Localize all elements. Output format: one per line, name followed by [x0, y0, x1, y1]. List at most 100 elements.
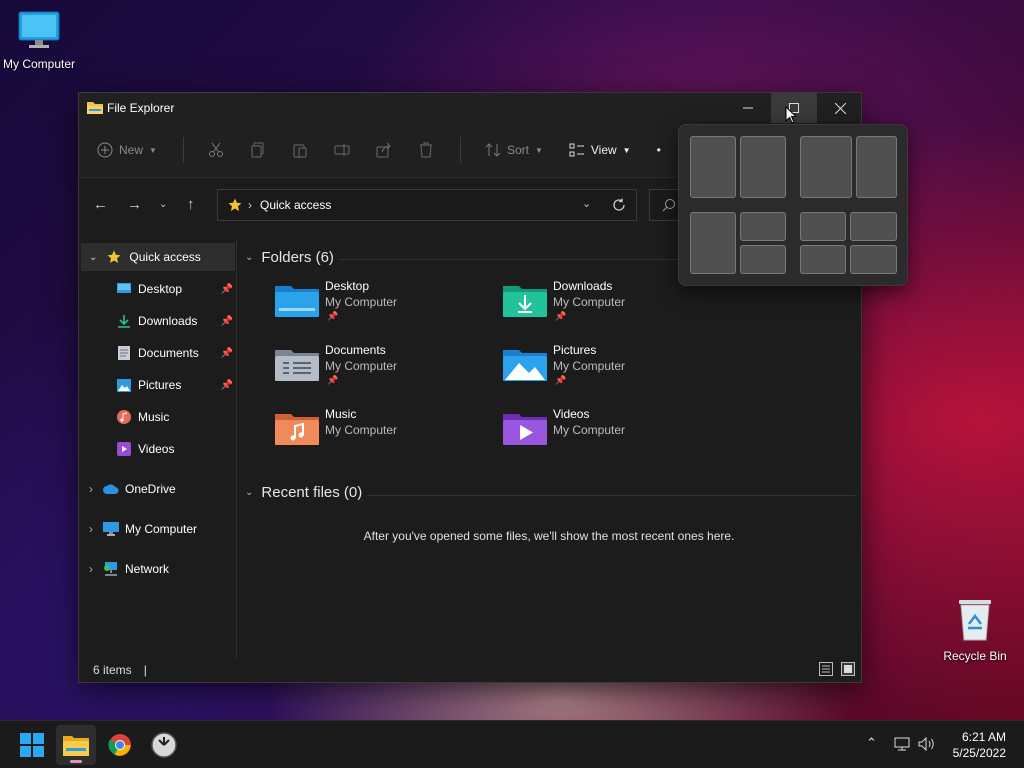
- view-button[interactable]: View ▼: [569, 142, 631, 158]
- window-title: File Explorer: [107, 101, 175, 115]
- sidebar-item-downloads[interactable]: Downloads 📌: [79, 307, 237, 335]
- taskbar-chrome[interactable]: [100, 725, 140, 765]
- snap-zone-three-left[interactable]: [690, 212, 736, 274]
- folder-location: My Computer: [325, 359, 398, 373]
- sidebar-item-desktop[interactable]: Desktop 📌: [79, 275, 237, 303]
- plus-circle-icon: [97, 142, 113, 158]
- status-bar: 6 items |: [79, 658, 861, 682]
- recent-locations-button[interactable]: ⌄: [159, 199, 167, 210]
- more-options-button[interactable]: •: [657, 143, 661, 157]
- details-view-button[interactable]: [819, 662, 833, 676]
- show-hidden-icons-button[interactable]: ⌃: [866, 735, 877, 751]
- folders-section-header[interactable]: ⌄ Folders (6): [245, 249, 334, 266]
- taskbar-file-explorer[interactable]: [56, 725, 96, 765]
- video-icon: [117, 442, 131, 456]
- folder-tile-pictures[interactable]: Pictures My Computer 📌: [503, 343, 723, 399]
- rename-button[interactable]: [334, 142, 350, 158]
- chevron-down-icon: ▼: [622, 145, 631, 155]
- folder-tile-desktop[interactable]: Desktop My Computer 📌: [275, 279, 495, 335]
- taskbar: ⌃ 6:21 AM 5/25/2022: [0, 720, 1024, 768]
- snap-zone-quad-bottom-left[interactable]: [800, 245, 846, 274]
- sidebar-item-pictures[interactable]: Pictures 📌: [79, 371, 237, 399]
- up-button[interactable]: ↑: [187, 196, 195, 213]
- network-icon: [104, 562, 117, 576]
- folder-location: My Computer: [325, 295, 398, 309]
- snap-zone-three-top-right[interactable]: [740, 212, 786, 241]
- refresh-icon[interactable]: [612, 198, 626, 212]
- close-icon: [834, 102, 846, 114]
- new-button[interactable]: New ▼: [97, 142, 157, 158]
- address-dropdown-icon[interactable]: ⌄: [582, 197, 591, 210]
- snap-zone-half-left[interactable]: [690, 136, 736, 198]
- rename-icon: [334, 144, 350, 156]
- recent-files-section-header[interactable]: ⌄ Recent files (0): [245, 484, 362, 501]
- folder-tile-documents[interactable]: Documents My Computer 📌: [275, 343, 495, 399]
- desktop-icon-my-computer[interactable]: My Computer: [0, 10, 84, 71]
- sidebar-item-videos[interactable]: Videos: [79, 435, 237, 463]
- chevron-right-icon[interactable]: ›: [89, 482, 93, 496]
- navigation-pane: ⌄ Quick access Desktop 📌 Downloads 📌 Doc…: [79, 239, 237, 659]
- folders-heading: Folders (6): [261, 249, 334, 266]
- snap-zone-narrow-right[interactable]: [856, 136, 897, 198]
- copy-button[interactable]: [250, 142, 266, 158]
- sidebar-item-label: Downloads: [138, 314, 198, 328]
- close-button[interactable]: [817, 93, 863, 123]
- folder-name: Videos: [553, 407, 590, 421]
- sidebar-item-quick-access[interactable]: ⌄ Quick access: [81, 243, 235, 271]
- clock-time: 6:21 AM: [961, 730, 1006, 744]
- back-button[interactable]: ←: [93, 196, 108, 213]
- file-explorer-app-icon: [87, 102, 103, 114]
- section-divider: [367, 495, 855, 496]
- desktop-icon-recycle-bin[interactable]: Recycle Bin: [930, 598, 1020, 663]
- sidebar-item-music[interactable]: Music: [79, 403, 237, 431]
- snap-zone-wide-left[interactable]: [800, 136, 852, 198]
- folder-location: My Computer: [325, 423, 398, 437]
- recycle-bin-icon: [959, 600, 991, 641]
- folder-location: My Computer: [553, 295, 626, 309]
- sidebar-item-label: Pictures: [138, 378, 182, 392]
- volume-icon[interactable]: [918, 737, 936, 751]
- delete-button[interactable]: [418, 142, 434, 158]
- title-bar[interactable]: File Explorer: [79, 93, 863, 124]
- snap-zone-quad-top-right[interactable]: [850, 212, 897, 241]
- minimize-button[interactable]: [725, 93, 771, 123]
- forward-button[interactable]: →: [127, 196, 142, 213]
- toolbar-separator: [182, 137, 184, 163]
- share-button[interactable]: [376, 142, 392, 158]
- chevron-right-icon[interactable]: ›: [89, 522, 93, 536]
- new-label: New: [119, 143, 144, 157]
- document-icon: [118, 346, 130, 360]
- snap-zone-three-bottom-right[interactable]: [740, 245, 786, 274]
- music-folder-icon: [275, 414, 319, 445]
- folder-tile-videos[interactable]: Videos My Computer: [503, 407, 723, 463]
- status-cursor: |: [143, 663, 147, 677]
- taskbar-clock-app[interactable]: [144, 725, 184, 765]
- pin-icon: 📌: [327, 311, 339, 321]
- large-icons-view-button[interactable]: [841, 662, 855, 676]
- network-status-icon[interactable]: [894, 737, 910, 751]
- start-button[interactable]: [12, 725, 52, 765]
- sidebar-item-label: OneDrive: [125, 482, 176, 496]
- breadcrumb-quick-access[interactable]: Quick access: [260, 198, 331, 212]
- address-bar[interactable]: › Quick access ⌄: [217, 189, 637, 221]
- chrome-icon: [108, 734, 131, 756]
- sort-button[interactable]: Sort ▼: [485, 142, 543, 158]
- snap-zone-half-right[interactable]: [740, 136, 786, 198]
- snap-zone-quad-top-left[interactable]: [800, 212, 846, 241]
- clock-app-icon: [151, 732, 177, 758]
- sidebar-item-onedrive[interactable]: › OneDrive: [79, 475, 237, 503]
- snap-zone-quad-bottom-right[interactable]: [850, 245, 897, 274]
- folder-tile-downloads[interactable]: Downloads My Computer 📌: [503, 279, 723, 335]
- picture-icon: [117, 378, 131, 392]
- chevron-down-icon[interactable]: ⌄: [89, 252, 97, 263]
- sidebar-item-network[interactable]: › Network: [79, 555, 237, 583]
- sidebar-item-label: My Computer: [125, 522, 198, 536]
- folder-tile-music[interactable]: Music My Computer: [275, 407, 495, 463]
- system-clock[interactable]: 6:21 AM 5/25/2022: [953, 729, 1006, 761]
- paste-button[interactable]: [292, 142, 308, 158]
- chevron-right-icon[interactable]: ›: [89, 562, 93, 576]
- scissors-icon: [208, 142, 223, 157]
- sidebar-item-my-computer[interactable]: › My Computer: [79, 515, 237, 543]
- sidebar-item-documents[interactable]: Documents 📌: [79, 339, 237, 367]
- cut-button[interactable]: [208, 142, 224, 158]
